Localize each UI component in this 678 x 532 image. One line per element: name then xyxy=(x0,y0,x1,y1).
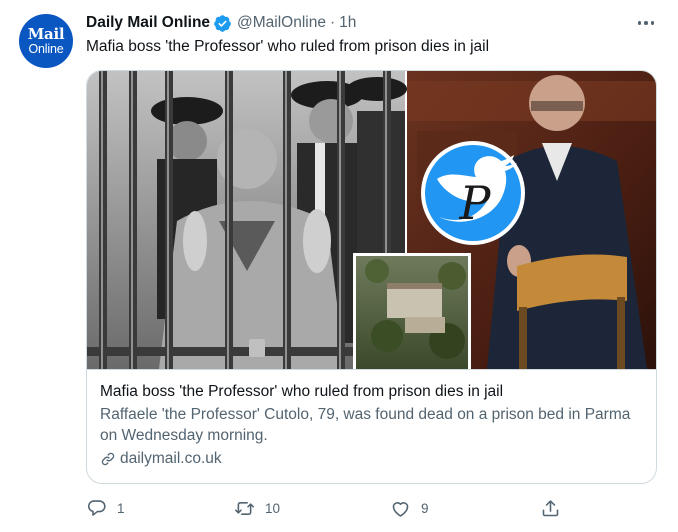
like-button[interactable]: 9 xyxy=(390,498,429,519)
retweet-count: 10 xyxy=(265,501,281,516)
more-dots-icon[interactable] xyxy=(634,14,658,32)
card-title: Mafia boss 'the Professor' who ruled fro… xyxy=(100,383,504,400)
link-card[interactable]: P Mafia boss 'the Professor' who ruled f… xyxy=(86,70,657,484)
heart-icon xyxy=(392,502,409,517)
like-count: 9 xyxy=(421,501,429,516)
card-body[interactable]: Mafia boss 'the Professor' who ruled fro… xyxy=(87,369,656,483)
tweet-text: Mafia boss 'the Professor' who ruled fro… xyxy=(86,38,490,55)
card-domain-text: dailymail.co.uk xyxy=(120,450,222,467)
tweet-header: Daily Mail Online @MailOnline · 1h xyxy=(86,12,356,34)
reply-button[interactable]: 1 xyxy=(86,498,125,519)
author-handle[interactable]: @MailOnline xyxy=(237,14,326,32)
tweet-timestamp[interactable]: 1h xyxy=(339,14,356,32)
share-button[interactable] xyxy=(540,498,561,519)
verified-badge-icon xyxy=(214,14,231,32)
reply-icon xyxy=(87,500,106,516)
card-photo-collage: P xyxy=(87,71,656,369)
separator-dot: · xyxy=(330,14,336,31)
card-image[interactable]: P xyxy=(87,71,656,369)
retweet-button[interactable]: 10 xyxy=(234,498,280,519)
card-description: Raffaele 'the Professor' Cutolo, 79, was… xyxy=(100,406,631,444)
tweet[interactable]: Mail Online Daily Mail Online @MailOnlin… xyxy=(0,0,678,532)
retweet-icon xyxy=(234,502,255,515)
reply-count: 1 xyxy=(117,501,125,516)
link-icon xyxy=(101,452,115,466)
avatar-text-online: Online xyxy=(28,41,64,56)
watermark-letter: P xyxy=(459,176,492,230)
avatar[interactable]: Mail Online xyxy=(19,14,73,68)
avatar-text-mail: Mail xyxy=(27,24,65,43)
author-name[interactable]: Daily Mail Online xyxy=(86,14,210,32)
share-icon xyxy=(542,500,559,517)
tweet-actions: 1 10 9 xyxy=(86,498,576,522)
card-domain[interactable]: dailymail.co.uk xyxy=(100,450,646,468)
